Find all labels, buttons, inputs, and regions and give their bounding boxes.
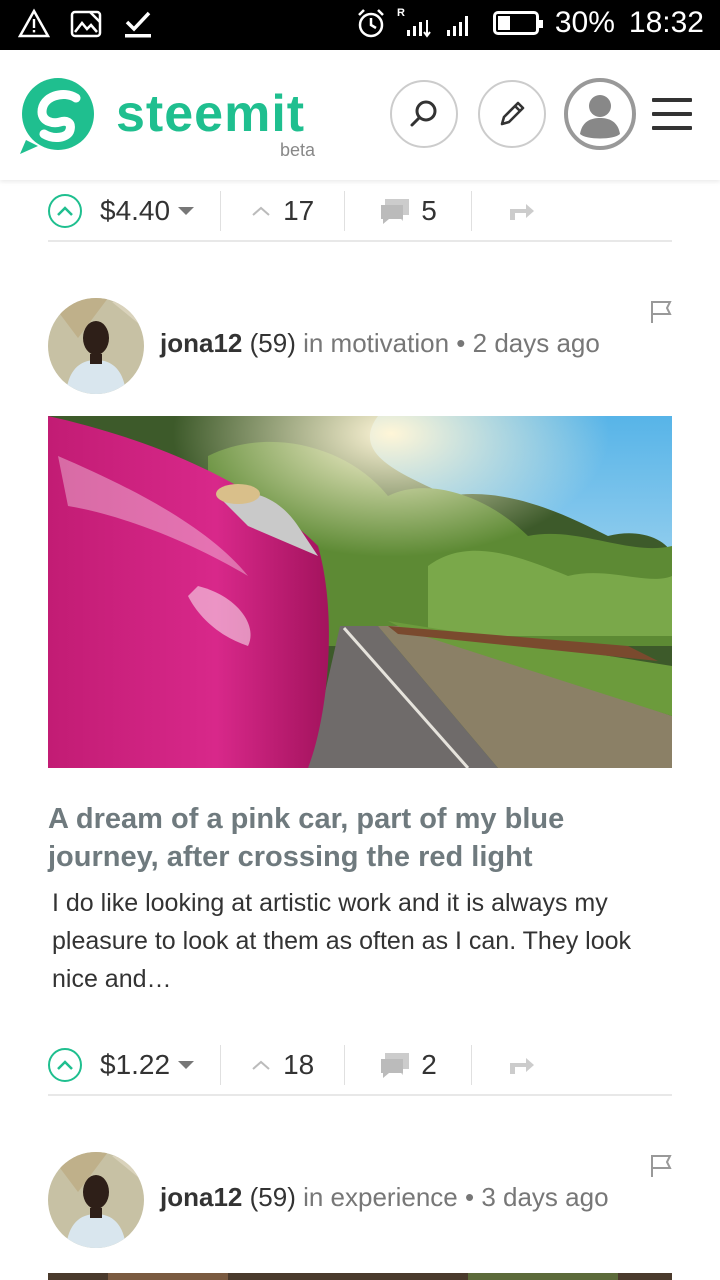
community-link[interactable]: in experience (303, 1182, 458, 1212)
upvote-button[interactable] (48, 1048, 82, 1082)
upvote-icon (57, 1060, 73, 1070)
upvote-caret-icon (252, 1060, 270, 1070)
image-icon (70, 10, 102, 38)
author-name[interactable]: jona12 (160, 328, 242, 358)
post-thumbnail[interactable] (48, 416, 672, 768)
post-time[interactable]: 3 days ago (481, 1182, 608, 1212)
brand-name[interactable]: steemit (116, 84, 305, 144)
author-avatar[interactable] (48, 298, 144, 394)
payout-value: $4.40 (100, 195, 171, 226)
chevron-down-icon (178, 207, 195, 215)
payout-dropdown[interactable]: $4.40 (100, 195, 195, 227)
reblog-button[interactable] (472, 1054, 572, 1076)
payout-value: $1.22 (100, 1049, 171, 1080)
signal-icon: R (397, 7, 468, 38)
post-actions: $1.22 18 2 (48, 1036, 672, 1096)
upvote-caret-icon (252, 206, 270, 216)
author-name[interactable]: jona12 (160, 1182, 242, 1212)
status-bar: R 30% 18:32 (0, 0, 720, 50)
upvote-button[interactable] (48, 194, 82, 228)
steemit-logo-icon[interactable] (18, 76, 98, 156)
comment-icon (381, 1053, 410, 1078)
svg-text:R: R (397, 7, 405, 19)
vote-count-value: 17 (283, 195, 315, 226)
reblog-button[interactable] (472, 200, 572, 222)
user-avatar-button[interactable] (564, 78, 636, 150)
post-meta: jona12 (59) in experience • 3 days ago (160, 1182, 609, 1213)
comments-link[interactable]: 5 (345, 195, 471, 227)
post-photo (48, 1273, 672, 1280)
app-header: steemit beta (0, 50, 720, 180)
avatar-photo (48, 298, 144, 394)
post-excerpt[interactable]: I do like looking at artistic work and i… (52, 884, 672, 998)
avatar-photo (48, 1152, 144, 1248)
meta-separator: • (464, 1182, 475, 1212)
check-download-icon (125, 11, 151, 38)
reblog-icon (509, 1058, 534, 1074)
post-actions: $4.40 17 5 (48, 182, 672, 242)
author-reputation: (59) (249, 328, 296, 358)
menu-icon[interactable] (652, 98, 692, 130)
battery-icon (492, 11, 543, 35)
post-title[interactable]: A dream of a pink car, part of my blue j… (48, 800, 672, 876)
chevron-down-icon (178, 1061, 195, 1069)
vote-count[interactable]: 17 (221, 195, 344, 227)
payout-dropdown[interactable]: $1.22 (100, 1049, 195, 1081)
clock: 18:32 (628, 6, 704, 39)
meta-separator: • (456, 328, 466, 358)
pink-car-photo (48, 416, 672, 768)
author-reputation: (59) (249, 1182, 296, 1212)
community-link[interactable]: in motivation (303, 328, 449, 358)
post-meta: jona12 (59) in motivation • 2 days ago (160, 328, 600, 359)
vote-count[interactable]: 18 (221, 1049, 344, 1081)
vote-count-value: 18 (283, 1049, 315, 1080)
flag-icon[interactable] (650, 300, 672, 324)
search-icon (410, 100, 437, 127)
comment-count: 2 (421, 1049, 437, 1080)
write-post-button[interactable] (478, 80, 546, 148)
beta-badge: beta (280, 140, 316, 160)
alarm-icon (357, 9, 384, 38)
user-icon (572, 86, 628, 142)
comment-count: 5 (421, 195, 437, 226)
pencil-icon (500, 101, 525, 126)
reblog-icon (509, 204, 534, 220)
battery-level: 30% (554, 6, 615, 39)
post-header: jona12 (59) in experience • 3 days ago (48, 1152, 672, 1248)
comments-link[interactable]: 2 (345, 1049, 471, 1081)
flag-icon[interactable] (650, 1154, 672, 1178)
warning-icon (18, 8, 50, 38)
search-button[interactable] (390, 80, 458, 148)
comment-icon (381, 199, 410, 224)
post-header: jona12 (59) in motivation • 2 days ago (48, 298, 672, 394)
post-time[interactable]: 2 days ago (473, 328, 600, 358)
upvote-icon (57, 206, 73, 216)
post-thumbnail[interactable] (48, 1270, 672, 1280)
author-avatar[interactable] (48, 1152, 144, 1248)
